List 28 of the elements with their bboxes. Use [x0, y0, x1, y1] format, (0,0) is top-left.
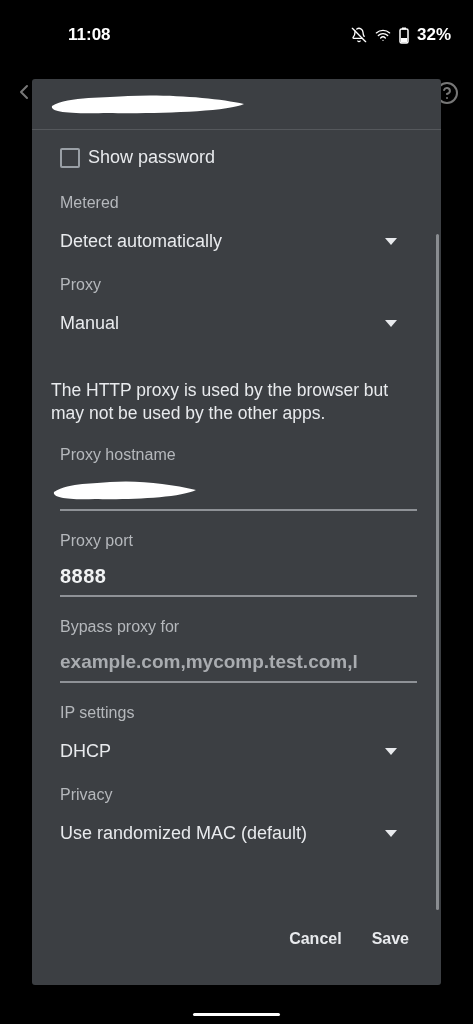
field-label: Privacy	[60, 785, 114, 805]
proxy-note: The HTTP proxy is used by the browser but may not be used by the other apps.	[51, 379, 390, 425]
dropdown-caret-icon	[385, 747, 397, 755]
field-label: Proxy	[60, 275, 102, 295]
dialog-button[interactable]: Save	[361, 919, 419, 959]
field-label: Proxy hostname	[60, 445, 177, 465]
dropdown-caret-icon	[385, 319, 397, 327]
wifi-icon	[374, 27, 391, 43]
checkbox-label: Show password	[88, 146, 216, 169]
field-label: Metered	[60, 193, 120, 213]
dropdown[interactable]: Manual	[60, 303, 417, 343]
field-label: IP settings	[60, 703, 136, 723]
field-label: Bypass proxy for	[60, 617, 181, 637]
dropdown-caret-icon	[385, 829, 397, 837]
text-field[interactable]: example.com,mycomp.test.com,l	[60, 643, 417, 683]
text-field[interactable]: 8888	[60, 557, 417, 597]
dropdown[interactable]: Detect automatically	[60, 221, 417, 261]
battery-percent: 32%	[416, 24, 451, 47]
battery-icon	[398, 26, 409, 44]
checkbox[interactable]	[60, 147, 80, 168]
scrollbar[interactable]	[436, 234, 439, 910]
field-label: Proxy port	[60, 531, 134, 551]
dropdown[interactable]: DHCP	[60, 731, 417, 771]
dropdown[interactable]: Use randomized MAC (default)	[60, 813, 417, 853]
status-time: 11:08	[68, 24, 111, 47]
dialog-button[interactable]: Cancel	[279, 919, 352, 959]
notifications-off-icon	[350, 27, 367, 43]
dropdown-caret-icon	[385, 237, 397, 245]
